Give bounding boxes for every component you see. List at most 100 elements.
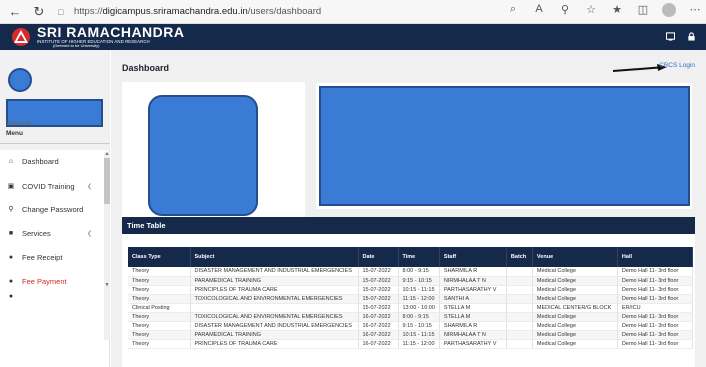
- sidebar: Welcome, Menu ⌂ Dashboard ▣ COVID Traini…: [0, 50, 110, 367]
- table-cell: 10:15 - 11:15: [398, 330, 440, 340]
- scroll-up-icon[interactable]: ▲: [104, 151, 110, 157]
- favorites-list-icon[interactable]: ★: [610, 3, 624, 20]
- chevron-left-icon: ❮: [86, 230, 92, 237]
- table-row: Theory TOXICOLOGICAL AND ENVIRONMENTAL EM…: [128, 294, 693, 304]
- more-icon[interactable]: ⋯: [688, 3, 702, 20]
- table-row: Theory DISASTER MANAGEMENT AND INDUSTRIAL…: [128, 321, 693, 331]
- sidebar-item-fee-payment[interactable]: ● Fee Payment: [6, 274, 100, 288]
- table-cell: NIRMHALAA T N: [439, 330, 507, 340]
- table-row: Theory DISASTER MANAGEMENT AND INDUSTRIAL…: [128, 267, 693, 277]
- table-cell: [506, 267, 533, 277]
- lock-icon[interactable]: [687, 32, 696, 41]
- table-cell: Theory: [128, 312, 191, 322]
- table-cell: [506, 339, 533, 349]
- table-cell: 16-07-2022: [358, 312, 399, 322]
- table-cell: PARTHASARATHY V: [439, 339, 507, 349]
- table-cell: 10:15 - 11:15: [398, 285, 440, 295]
- url-prefix: https://: [74, 6, 103, 17]
- table-cell: PARTHASARATHY V: [439, 285, 507, 295]
- scroll-down-icon[interactable]: ▼: [104, 282, 110, 288]
- table-cell: PRINCIPLES OF TRAUMA CARE: [190, 339, 359, 349]
- timetable-header: Time Table: [122, 217, 695, 234]
- table-cell: SHARMILA R: [439, 321, 507, 331]
- table-cell: 15-07-2022: [358, 276, 399, 286]
- home-icon: ⌂: [8, 157, 14, 165]
- table-cell: [506, 276, 533, 286]
- info-card: [316, 83, 692, 209]
- cbcs-login-link[interactable]: CBCS Login: [659, 62, 695, 69]
- table-cell: Demo Hall 11- 3rd floor: [617, 276, 693, 286]
- sidebar-item-change-password[interactable]: ⚲ Change Password: [6, 202, 100, 216]
- sidebar-item-fee-receipt[interactable]: ● Fee Receipt: [6, 250, 100, 264]
- sidebar-item-dashboard[interactable]: ⌂ Dashboard: [6, 154, 100, 168]
- column-header[interactable]: Venue: [532, 247, 618, 267]
- sidebar-item-partial: ●: [6, 293, 100, 299]
- zoom-icon[interactable]: ⚲: [558, 3, 572, 20]
- browser-icons: ⌕ A ⚲ ☆ ★ ◫ ⋯: [506, 3, 702, 20]
- app-header: SRI RAMACHANDRA INSTITUTE OF HIGHER EDUC…: [0, 24, 706, 50]
- table-cell: Medical College: [532, 312, 618, 322]
- info-redacted: [319, 86, 690, 206]
- timetable-panel: Class Type Subject Date Time Staff Batch…: [122, 234, 695, 367]
- table-cell: 8:00 - 9:15: [398, 267, 440, 277]
- sidebar-scroll-thumb[interactable]: [104, 158, 110, 204]
- search-icon[interactable]: ⌕: [506, 3, 520, 20]
- logo-title: SRI RAMACHANDRA: [37, 24, 185, 40]
- table-row: Theory PRINCIPLES OF TRAUMA CARE 16-07-202…: [128, 339, 693, 349]
- table-cell: PRINCIPLES OF TRAUMA CARE: [190, 285, 359, 295]
- profile-icon[interactable]: [662, 3, 676, 20]
- table-cell: 9:15 - 10:15: [398, 321, 440, 331]
- page-title: Dashboard: [122, 63, 170, 73]
- collections-icon[interactable]: ◫: [636, 3, 650, 20]
- table-cell: 16-07-2022: [358, 321, 399, 331]
- table-row: Theory TOXICOLOGICAL AND ENVIRONMENTAL EM…: [128, 312, 693, 322]
- table-cell: 16-07-2022: [358, 339, 399, 349]
- column-header[interactable]: Batch: [506, 247, 533, 267]
- table-cell: Medical College: [532, 330, 618, 340]
- favorite-icon[interactable]: ☆: [584, 3, 598, 20]
- column-header[interactable]: Time: [398, 247, 440, 267]
- column-header[interactable]: Hall: [617, 247, 693, 267]
- logo[interactable]: SRI RAMACHANDRA INSTITUTE OF HIGHER EDUC…: [10, 24, 185, 48]
- table-cell: STELLA M: [439, 303, 507, 313]
- table-cell: [506, 285, 533, 295]
- table-cell: [506, 303, 533, 313]
- column-header[interactable]: Date: [358, 247, 399, 267]
- table-cell: Demo Hall 11- 3rd floor: [617, 312, 693, 322]
- sidebar-item-label: Dashboard: [22, 156, 59, 166]
- sidebar-item-services[interactable]: ■ Services ❮: [6, 226, 100, 240]
- column-header[interactable]: Class Type: [128, 247, 191, 267]
- table-cell: 15-07-2022: [358, 303, 399, 313]
- chevron-left-icon: ❮: [86, 183, 92, 190]
- table-row: Theory PARAMEDICAL TRAINING 16-07-2022 10:1…: [128, 330, 693, 340]
- table-cell: [506, 321, 533, 331]
- table-cell: 11:15 - 12:00: [398, 294, 440, 304]
- table-cell: [190, 303, 359, 313]
- menu-item-icon: ●: [8, 293, 14, 299]
- table-cell: 16-07-2022: [358, 330, 399, 340]
- table-cell: Clinical Posting: [128, 303, 191, 313]
- table-cell: MEDICAL CENTER/G BLOCK: [532, 303, 618, 313]
- table-cell: 15-07-2022: [358, 267, 399, 277]
- lock-icon: □: [58, 6, 64, 17]
- address-bar[interactable]: □ https://digicampus.sriramachandra.edu.…: [58, 3, 528, 21]
- table-cell: NIRMHALAA T N: [439, 276, 507, 286]
- table-cell: TOXICOLOGICAL AND ENVIRONMENTAL EMERGENC…: [190, 312, 359, 322]
- read-aloud-icon[interactable]: A: [532, 3, 546, 20]
- table-cell: 13:00 - 16:00: [398, 303, 440, 313]
- sidebar-item-label: COVID Training: [22, 181, 75, 191]
- table-cell: [506, 330, 533, 340]
- column-header[interactable]: Staff: [439, 247, 507, 267]
- table-cell: 15-07-2022: [358, 294, 399, 304]
- back-icon[interactable]: ←: [6, 3, 24, 21]
- sidebar-item-label: Change Password: [22, 204, 84, 214]
- screen-icon[interactable]: [666, 32, 675, 41]
- refresh-icon[interactable]: ↻: [30, 3, 48, 21]
- logo-emblem-icon: [12, 28, 30, 46]
- table-cell: Medical College: [532, 321, 618, 331]
- sidebar-item-covid-training[interactable]: ▣ COVID Training ❮: [6, 179, 100, 193]
- sidebar-item-label: Fee Receipt: [22, 252, 63, 262]
- column-header[interactable]: Subject: [190, 247, 359, 267]
- table-cell: Demo Hall 11- 3rd floor: [617, 339, 693, 349]
- sidebar-item-label: Services: [22, 228, 51, 238]
